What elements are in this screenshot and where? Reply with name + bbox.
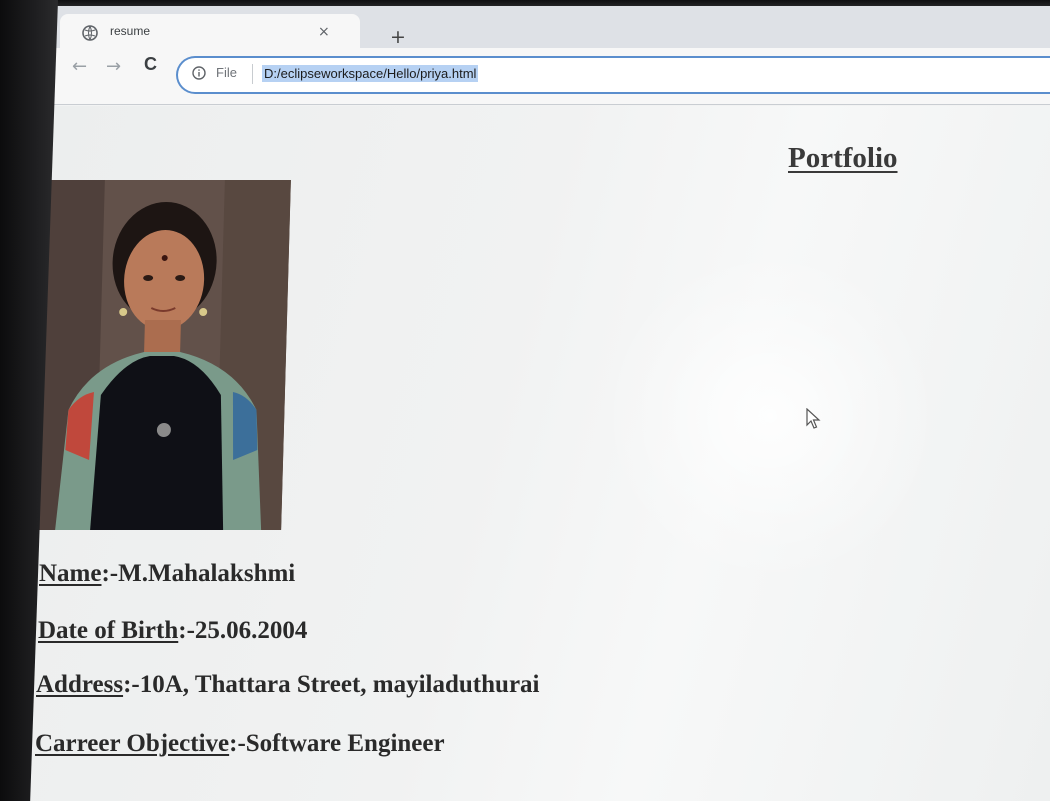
name-field: Name:-M.Mahalakshmi [39,560,295,588]
page-content: Portfolio Name:-M.Mahalakshmi Date of Bi… [30,106,1050,801]
file-scheme-label: File [216,65,237,80]
name-separator: :- [101,560,119,587]
url-text[interactable]: D:/eclipseworkspace/Hello/priya.html [262,65,479,82]
close-tab-icon[interactable]: × [318,24,330,40]
dob-field: Date of Birth:-25.06.2004 [38,617,307,645]
dob-value: 25.06.2004 [194,617,308,644]
globe-icon [82,25,98,41]
career-objective-separator: :- [229,730,246,757]
back-button[interactable]: ← [72,56,87,77]
address-separator: :- [123,671,140,698]
tab-strip: resume × + [36,6,1050,54]
career-objective-label: Carreer Objective [35,730,230,757]
dob-label: Date of Birth [38,617,179,644]
address-label: Address [36,671,124,698]
address-field: Address:-10A, Thattara Street, mayiladut… [36,671,540,699]
name-value: M.Mahalakshmi [118,560,296,587]
name-label: Name [39,560,102,587]
info-icon[interactable] [192,66,206,80]
forward-button[interactable]: → [106,56,121,77]
dob-separator: :- [178,617,195,644]
mouse-pointer-icon [806,408,821,429]
career-objective-value: Software Engineer [245,730,445,757]
new-tab-button[interactable]: + [390,26,406,48]
career-objective-field: Carreer Objective:-Software Engineer [35,730,445,758]
address-bar[interactable]: File D:/eclipseworkspace/Hello/priya.htm… [176,56,1050,94]
page-title: Portfolio [788,142,898,174]
profile-photo [35,180,291,530]
tab-title: resume [110,24,151,38]
address-value: 10A, Thattara Street, mayiladuthurai [139,671,540,698]
reload-button[interactable]: C [144,54,157,75]
screen-glare [590,256,950,576]
omnibox-divider [252,64,253,84]
